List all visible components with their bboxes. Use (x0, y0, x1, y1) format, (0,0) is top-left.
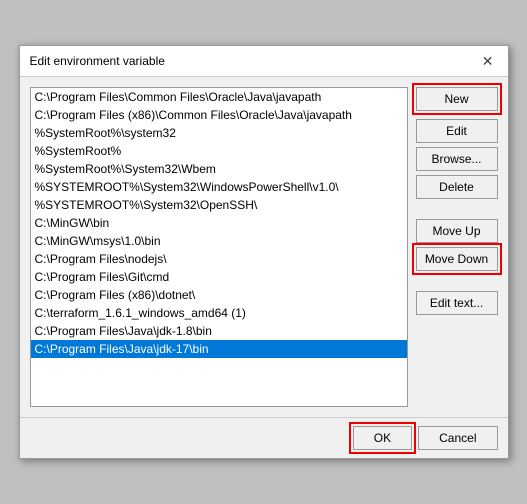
new-button[interactable]: New (416, 87, 498, 111)
move-down-button[interactable]: Move Down (416, 247, 498, 271)
action-buttons-column: New Edit Browse... Delete Move Up Move D… (416, 87, 498, 407)
list-item[interactable]: C:\Program Files\Common Files\Oracle\Jav… (31, 88, 407, 106)
list-item[interactable]: %SystemRoot%\system32 (31, 124, 407, 142)
list-item[interactable]: C:\Program Files\Java\jdk-17\bin (31, 340, 407, 358)
browse-button[interactable]: Browse... (416, 147, 498, 171)
edit-env-variable-dialog: Edit environment variable ✕ C:\Program F… (19, 45, 509, 459)
dialog-title: Edit environment variable (30, 54, 165, 68)
list-item[interactable]: %SystemRoot% (31, 142, 407, 160)
dialog-body: C:\Program Files\Common Files\Oracle\Jav… (20, 77, 508, 417)
list-item[interactable]: C:\terraform_1.6.1_windows_amd64 (1) (31, 304, 407, 322)
list-item[interactable]: C:\MinGW\bin (31, 214, 407, 232)
list-item[interactable]: C:\MinGW\msys\1.0\bin (31, 232, 407, 250)
list-container: C:\Program Files\Common Files\Oracle\Jav… (30, 87, 408, 407)
list-item[interactable]: C:\Program Files\nodejs\ (31, 250, 407, 268)
title-bar: Edit environment variable ✕ (20, 46, 508, 77)
list-item[interactable]: %SystemRoot%\System32\Wbem (31, 160, 407, 178)
list-item[interactable]: C:\Program Files\Java\jdk-1.8\bin (31, 322, 407, 340)
move-up-button[interactable]: Move Up (416, 219, 498, 243)
list-item[interactable]: %SYSTEMROOT%\System32\OpenSSH\ (31, 196, 407, 214)
list-item[interactable]: C:\Program Files (x86)\Common Files\Orac… (31, 106, 407, 124)
edit-text-button[interactable]: Edit text... (416, 291, 498, 315)
list-item[interactable]: C:\Program Files\Git\cmd (31, 268, 407, 286)
dialog-footer: OK Cancel (20, 417, 508, 458)
delete-button[interactable]: Delete (416, 175, 498, 199)
list-item[interactable]: %SYSTEMROOT%\System32\WindowsPowerShell\… (31, 178, 407, 196)
env-variable-list[interactable]: C:\Program Files\Common Files\Oracle\Jav… (30, 87, 408, 407)
close-button[interactable]: ✕ (478, 54, 498, 68)
cancel-button[interactable]: Cancel (418, 426, 497, 450)
edit-button[interactable]: Edit (416, 119, 498, 143)
ok-button[interactable]: OK (353, 426, 412, 450)
list-item[interactable]: C:\Program Files (x86)\dotnet\ (31, 286, 407, 304)
